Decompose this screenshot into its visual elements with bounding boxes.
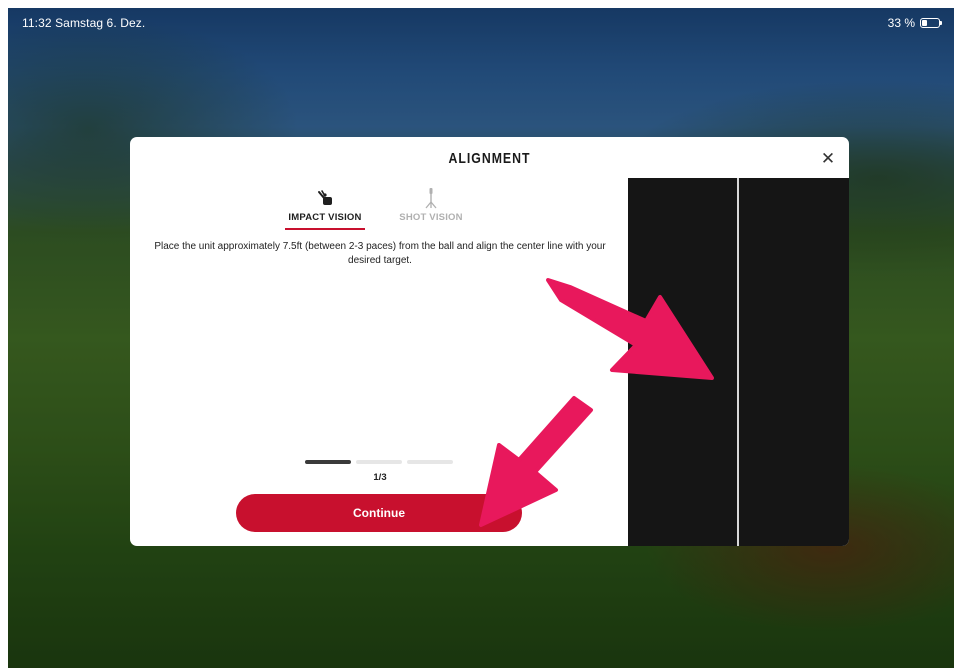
alignment-instruction: Place the unit approximately 7.5ft (betw… bbox=[154, 241, 606, 266]
battery-fill bbox=[922, 20, 927, 26]
continue-button[interactable]: Continue bbox=[236, 494, 522, 532]
tripod-icon bbox=[425, 188, 437, 209]
progress-step-2 bbox=[356, 460, 402, 464]
step-progress bbox=[305, 460, 453, 464]
close-icon[interactable]: ✕ bbox=[817, 148, 839, 170]
alignment-modal: ALIGNMENT ✕ IMPACT VISION SHOT VISION Pl bbox=[130, 137, 849, 546]
camera-preview bbox=[628, 178, 849, 546]
tab-shot-vision[interactable]: SHOT VISION bbox=[386, 187, 476, 231]
tab-shot-vision-label: SHOT VISION bbox=[399, 212, 463, 223]
vision-tabs: IMPACT VISION SHOT VISION bbox=[280, 187, 480, 231]
status-battery: 33 % bbox=[887, 16, 942, 30]
status-time-date: 11:32 Samstag 6. Dez. bbox=[22, 16, 146, 30]
tab-impact-vision[interactable]: IMPACT VISION bbox=[280, 187, 370, 231]
modal-title: ALIGNMENT bbox=[448, 150, 531, 167]
step-counter: 1/3 bbox=[373, 472, 387, 483]
progress-step-1 bbox=[305, 460, 351, 464]
active-tab-underline bbox=[285, 228, 365, 230]
battery-icon bbox=[920, 18, 942, 28]
impact-vision-icon bbox=[318, 190, 332, 205]
center-alignment-line bbox=[737, 178, 739, 546]
progress-step-3 bbox=[407, 460, 453, 464]
battery-percent: 33 % bbox=[887, 16, 915, 30]
tab-impact-vision-label: IMPACT VISION bbox=[288, 212, 362, 223]
